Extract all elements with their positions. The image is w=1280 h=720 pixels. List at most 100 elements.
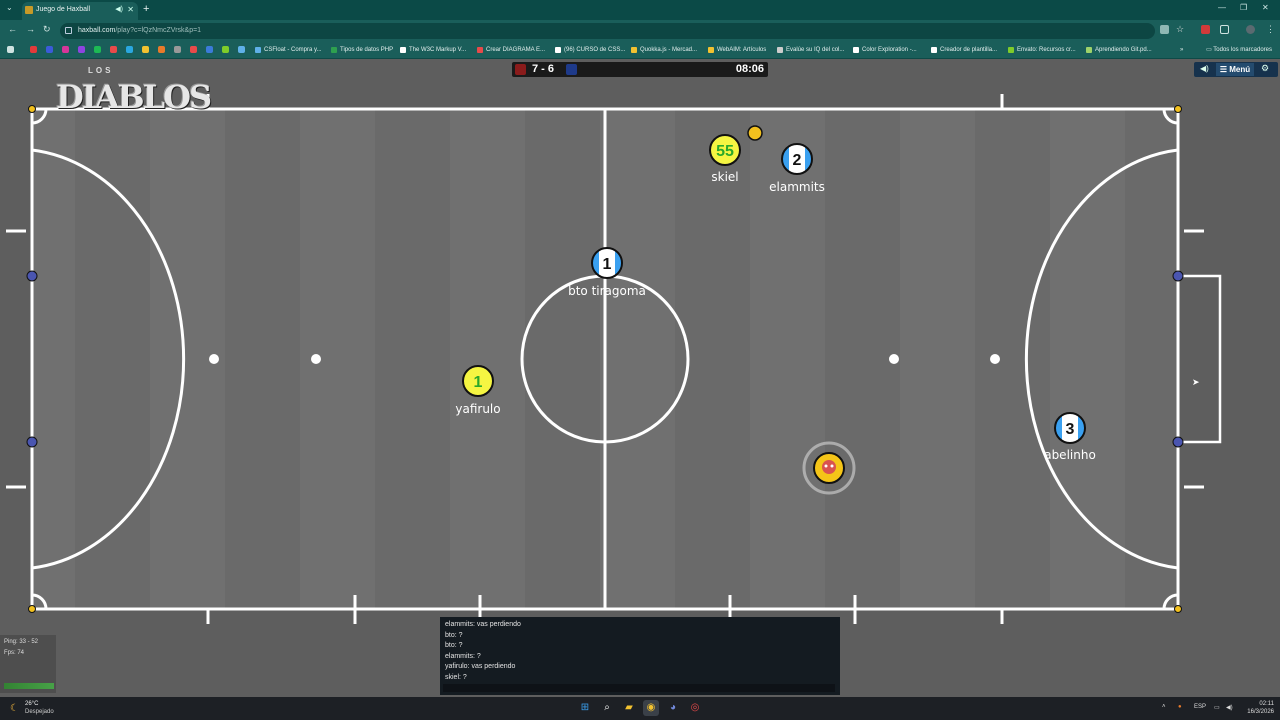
settings-gear-icon[interactable]: ⚙ bbox=[1261, 63, 1269, 74]
bookmark-star-icon[interactable]: ☆ bbox=[1176, 25, 1185, 34]
discord-icon[interactable]: ◕ bbox=[665, 700, 681, 716]
chat-panel: elammits: vas perdiendo bto: ? bto: ? el… bbox=[440, 617, 840, 695]
network-icon[interactable]: ▭ bbox=[1214, 704, 1220, 711]
profile-avatar[interactable] bbox=[1246, 25, 1255, 34]
bookmark-icon[interactable] bbox=[174, 46, 181, 53]
bookmark-link[interactable]: (96) CURSO de CSS... bbox=[555, 45, 625, 55]
bookmark-icon[interactable] bbox=[142, 46, 149, 53]
haxball-favicon-icon bbox=[25, 6, 33, 14]
all-bookmarks-folder[interactable]: ▭ Todos los marcadores bbox=[1206, 45, 1272, 55]
bookmark-link[interactable]: Crear DIAGRAMA E... bbox=[477, 45, 545, 55]
goal-post bbox=[26, 270, 38, 282]
bookmark-icon bbox=[255, 47, 261, 53]
bookmark-icon[interactable] bbox=[78, 46, 85, 53]
reload-icon[interactable]: ↻ bbox=[43, 24, 51, 35]
bookmark-link[interactable]: Color Exploration -... bbox=[853, 45, 917, 55]
bookmark-label: Crear DIAGRAMA E... bbox=[486, 47, 546, 53]
chat-input[interactable] bbox=[443, 684, 835, 692]
chrome-alt-icon[interactable]: ◎ bbox=[687, 700, 703, 716]
chrome-icon[interactable]: ◉ bbox=[643, 700, 659, 716]
new-tab-button[interactable]: + bbox=[143, 2, 149, 16]
weather-widget[interactable]: ☾ 26°C Despejado bbox=[10, 700, 70, 718]
bookmark-icon[interactable] bbox=[206, 46, 213, 53]
chat-message: yafirulo: vas perdiendo bbox=[445, 663, 516, 671]
bookmark-link[interactable]: Quokka.js - Mercad... bbox=[631, 45, 697, 55]
bookmark-icon bbox=[477, 47, 483, 53]
extensions-puzzle-icon[interactable] bbox=[1220, 25, 1229, 34]
chat-message: bto: ? bbox=[445, 631, 463, 639]
bookmark-link[interactable]: Aprendiendo Git.pd... bbox=[1086, 45, 1152, 55]
site-info-icon[interactable] bbox=[65, 27, 72, 34]
bookmark-icon[interactable] bbox=[238, 46, 245, 53]
restore-icon[interactable]: ❐ bbox=[1240, 3, 1247, 12]
microphone-icon[interactable]: ● bbox=[1178, 704, 1182, 710]
scoreboard: 7 - 6 08:06 bbox=[512, 62, 768, 77]
search-icon[interactable]: ⌕ bbox=[599, 700, 615, 716]
score-text: 7 - 6 bbox=[532, 63, 555, 75]
player-name-label: bto tiragoma bbox=[568, 284, 646, 298]
bookmark-label: Quokka.js - Mercad... bbox=[640, 47, 698, 53]
browser-tab[interactable]: Juego de Haxball ◀) ✕ bbox=[22, 2, 138, 20]
bookmark-icon[interactable] bbox=[158, 46, 165, 53]
player-number: 1 bbox=[474, 374, 483, 391]
chevron-up-icon[interactable]: ˄ bbox=[1162, 704, 1166, 710]
all-bookmarks-label: Todos los marcadores bbox=[1213, 47, 1272, 53]
back-icon[interactable]: ← bbox=[8, 24, 17, 34]
more-bookmarks-icon[interactable]: » bbox=[1180, 45, 1183, 55]
chat-message: elammits: vas perdiendo bbox=[445, 621, 521, 628]
apps-grid-icon[interactable] bbox=[7, 46, 14, 53]
bookmark-icon[interactable] bbox=[190, 46, 197, 53]
language-indicator[interactable]: ESP bbox=[1194, 704, 1206, 710]
bookmark-link[interactable]: Evalúe su IQ del col... bbox=[777, 45, 844, 55]
bookmark-icon bbox=[708, 47, 714, 53]
menu-label: Menú bbox=[1229, 65, 1251, 74]
chat-message: skiel: ? bbox=[445, 673, 467, 681]
bookmark-label: Tipos de datos PHP bbox=[340, 47, 394, 53]
bookmark-link[interactable]: WebAIM: Artículos bbox=[708, 45, 766, 55]
bookmark-icon[interactable] bbox=[30, 46, 37, 53]
player-skiel: 55 bbox=[709, 134, 741, 166]
clock[interactable]: 02:11 16/3/2026 bbox=[1240, 700, 1274, 716]
minimize-icon[interactable]: — bbox=[1218, 3, 1226, 12]
bookmark-link[interactable]: CSFloat - Compra y... bbox=[255, 45, 322, 55]
bookmark-icon[interactable] bbox=[46, 46, 53, 53]
player-number: 55 bbox=[716, 143, 734, 160]
bookmark-icon bbox=[931, 47, 937, 53]
bookmark-link[interactable]: The W3C Markup V... bbox=[400, 45, 466, 55]
close-tab-icon[interactable]: ✕ bbox=[127, 2, 134, 18]
bookmark-link[interactable]: Envato: Recursos cr... bbox=[1008, 45, 1076, 55]
player-bto-tiragoma: 1 bbox=[591, 247, 623, 279]
windows-taskbar bbox=[0, 697, 1280, 720]
player-yafirulo: 1 bbox=[462, 365, 494, 397]
bookmark-icon[interactable] bbox=[62, 46, 69, 53]
tab-search-icon[interactable]: ⌄ bbox=[6, 3, 13, 12]
chrome-menu-icon[interactable]: ⋮ bbox=[1266, 24, 1275, 35]
bookmark-icon bbox=[853, 47, 859, 53]
fps-label: Fps: 74 bbox=[4, 650, 25, 656]
file-explorer-icon[interactable]: ▰ bbox=[621, 700, 637, 716]
volume-icon[interactable]: ◀) bbox=[1226, 704, 1233, 711]
bookmark-icon[interactable] bbox=[110, 46, 117, 53]
url-field[interactable]: haxball.com/play?c=lQzNmcZVrsk&p=1 bbox=[60, 23, 1155, 39]
bookmark-icon[interactable] bbox=[222, 46, 229, 53]
sound-icon[interactable]: ◀) bbox=[1200, 64, 1209, 73]
speaker-icon[interactable]: ◀) bbox=[115, 2, 123, 18]
bookmark-label: WebAIM: Artículos bbox=[717, 47, 767, 53]
bookmark-icon[interactable] bbox=[94, 46, 101, 53]
close-window-icon[interactable]: ✕ bbox=[1262, 3, 1269, 12]
bookmark-icon[interactable] bbox=[126, 46, 133, 53]
bookmark-icon bbox=[555, 47, 561, 53]
menu-button[interactable]: ☰ Menú bbox=[1216, 63, 1254, 76]
game-canvas[interactable]: 55 2 1 1 3 bbox=[0, 59, 1280, 697]
forward-icon[interactable]: → bbox=[26, 24, 35, 34]
bookmark-link[interactable]: Creador de plantilla... bbox=[931, 45, 997, 55]
player-name-label: skiel bbox=[711, 170, 739, 184]
extension-icon[interactable] bbox=[1201, 25, 1210, 34]
bookmark-icon bbox=[331, 47, 337, 53]
bookmark-icon bbox=[1086, 47, 1092, 53]
windows-start-icon[interactable]: ⊞ bbox=[577, 700, 593, 716]
translate-icon[interactable] bbox=[1160, 25, 1169, 34]
url-host: haxball.com bbox=[78, 27, 116, 34]
bookmark-link[interactable]: Tipos de datos PHP bbox=[331, 45, 393, 55]
penalty-spot bbox=[209, 354, 219, 364]
